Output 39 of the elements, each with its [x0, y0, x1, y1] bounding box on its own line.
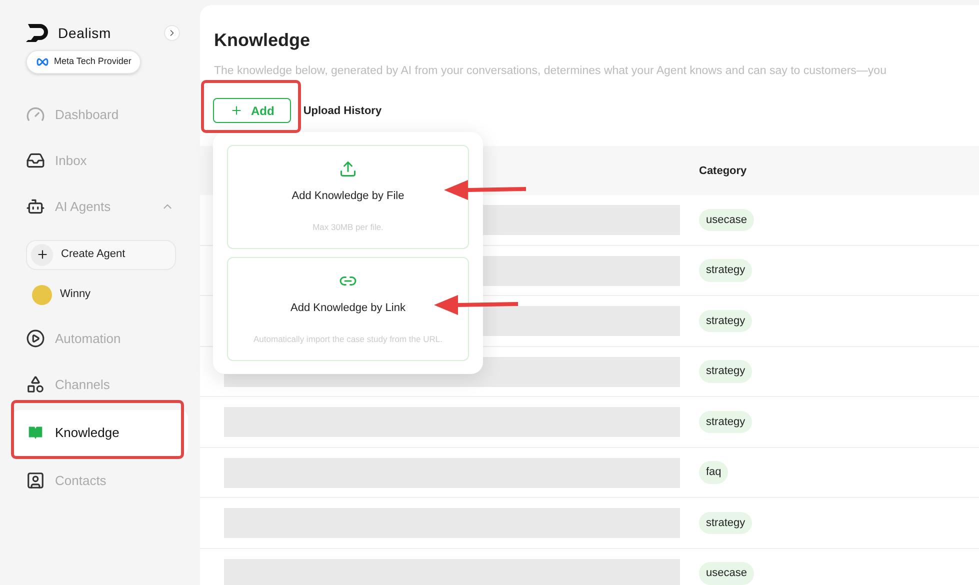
- page-description: The knowledge below, generated by AI from your conversations, determines what your Agent knows and can say to customers—you: [214, 64, 886, 79]
- upload-history-link[interactable]: Upload History: [303, 102, 382, 119]
- plus-icon: [230, 104, 243, 118]
- category-tag: strategy: [699, 259, 752, 282]
- inbox-icon: [26, 151, 45, 170]
- contact-card-icon: [26, 471, 45, 490]
- category-tag: strategy: [699, 360, 752, 383]
- category-tag: strategy: [699, 512, 752, 534]
- arrow-icon: [434, 293, 518, 317]
- nav-item[interactable]: Dashboard: [12, 92, 188, 138]
- agent-item[interactable]: Winny: [32, 280, 188, 310]
- arrow-icon: [444, 178, 526, 202]
- page-title: Knowledge: [214, 29, 310, 52]
- plus-icon: [36, 248, 48, 261]
- logo-icon: [26, 22, 50, 44]
- nav-item[interactable]: Automation: [12, 316, 188, 362]
- category-tag: strategy: [699, 310, 752, 332]
- robot-icon: [26, 197, 45, 216]
- category-tag: faq: [699, 461, 728, 484]
- category-tag: usecase: [699, 208, 754, 232]
- collapse-button[interactable]: [164, 25, 180, 41]
- category-tag: usecase: [699, 562, 754, 585]
- upload-icon: [339, 160, 357, 178]
- avatar-icon: [32, 284, 52, 304]
- nav-item[interactable]: Knowledge: [12, 410, 188, 456]
- gauge-icon: [26, 105, 45, 124]
- add-button[interactable]: Add: [213, 98, 292, 124]
- column-header: Category: [699, 164, 747, 178]
- provider-badge: Meta Tech Provider: [26, 50, 142, 74]
- play-icon: [26, 329, 45, 348]
- infinity-icon: [36, 58, 49, 66]
- create-agent-button[interactable]: Create Agent: [26, 240, 176, 270]
- nav-item[interactable]: AI Agents: [12, 184, 188, 230]
- category-tag: strategy: [699, 410, 752, 434]
- nav-item[interactable]: Contacts: [12, 458, 188, 504]
- brand-name: Dealism: [58, 24, 112, 42]
- nav-item[interactable]: Inbox: [12, 138, 188, 184]
- nav-item[interactable]: Channels: [12, 362, 188, 408]
- shapes-icon: [26, 375, 45, 394]
